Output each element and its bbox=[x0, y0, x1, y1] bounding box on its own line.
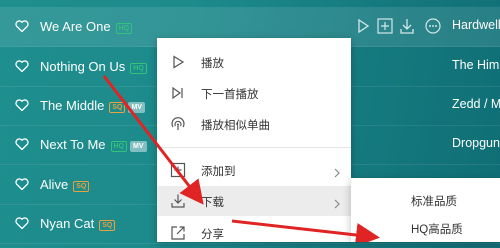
song-artist[interactable]: Dropgun bbox=[452, 136, 500, 150]
song-artist[interactable]: The Him bbox=[452, 58, 499, 72]
chevron-right-icon bbox=[333, 196, 341, 209]
menu-item-label: 分享 bbox=[201, 229, 224, 241]
download-icon[interactable] bbox=[398, 17, 416, 35]
hq-badge: HQ bbox=[115, 23, 133, 34]
add-icon[interactable] bbox=[376, 17, 394, 35]
menu-item-label: 下一首播放 bbox=[201, 89, 259, 101]
heart-icon[interactable] bbox=[14, 18, 30, 34]
song-title[interactable]: The Middle SQ MV bbox=[40, 97, 148, 113]
menu-item-label: 下载 bbox=[201, 197, 224, 209]
song-title-text: We Are One bbox=[40, 19, 111, 34]
mv-badge[interactable]: MV bbox=[128, 102, 145, 113]
menu-item-share[interactable]: 分享 bbox=[157, 218, 351, 248]
hq-badge: HQ bbox=[130, 63, 147, 74]
chevron-right-icon bbox=[333, 165, 341, 178]
sq-badge: SQ bbox=[73, 181, 90, 192]
heart-icon[interactable] bbox=[14, 97, 30, 113]
sq-badge: SQ bbox=[109, 102, 126, 113]
submenu-item-label: HQ高品质 bbox=[411, 224, 463, 236]
menu-item-play-similar[interactable]: 播放相似单曲 bbox=[157, 109, 351, 139]
menu-item-add-to[interactable]: 添加到 bbox=[157, 155, 351, 185]
song-artist[interactable]: Hardwell bbox=[452, 18, 500, 32]
menu-item-download[interactable]: 下载 bbox=[157, 186, 351, 216]
play-icon bbox=[170, 54, 186, 70]
share-icon bbox=[170, 225, 186, 241]
submenu-item-standard-quality[interactable]: 标准品质 bbox=[351, 186, 500, 214]
download-submenu: 标准品质 HQ高品质 bbox=[351, 178, 500, 242]
song-title-text: Nyan Cat bbox=[40, 216, 95, 231]
song-title[interactable]: Nyan Cat SQ bbox=[40, 215, 118, 231]
radar-icon bbox=[170, 116, 186, 132]
submenu-item-hq-quality[interactable]: HQ高品质 bbox=[351, 214, 500, 242]
heart-icon[interactable] bbox=[14, 176, 30, 192]
song-title[interactable]: We Are One HQ bbox=[40, 18, 135, 34]
add-icon bbox=[170, 162, 186, 178]
song-title-text: Next To Me bbox=[40, 137, 106, 152]
song-title[interactable]: Alive SQ bbox=[40, 176, 92, 192]
heart-icon[interactable] bbox=[14, 136, 30, 152]
submenu-item-label: 标准品质 bbox=[411, 196, 457, 208]
play-icon[interactable] bbox=[354, 17, 372, 35]
song-artist[interactable]: Zedd / M bbox=[452, 97, 500, 111]
mv-badge[interactable]: MV bbox=[130, 141, 147, 152]
hq-badge: HQ bbox=[110, 141, 128, 152]
menu-divider bbox=[157, 147, 351, 148]
menu-item-play[interactable]: 播放 bbox=[157, 47, 351, 77]
song-title-text: The Middle bbox=[40, 98, 105, 113]
sq-badge: SQ bbox=[99, 220, 116, 231]
heart-icon[interactable] bbox=[14, 58, 30, 74]
context-menu: 播放 下一首播放 播放相似单曲 添加到 下载 分享 bbox=[157, 38, 351, 242]
menu-item-label: 播放相似单曲 bbox=[201, 120, 270, 132]
play-next-icon bbox=[170, 85, 186, 101]
menu-item-label: 播放 bbox=[201, 58, 224, 70]
more-icon[interactable] bbox=[424, 17, 442, 35]
song-title-text: Alive bbox=[40, 177, 69, 192]
download-icon bbox=[170, 193, 186, 209]
song-title[interactable]: Next To Me HQ MV bbox=[40, 136, 150, 152]
heart-icon[interactable] bbox=[14, 215, 30, 231]
song-title-text: Nothing On Us bbox=[40, 59, 126, 74]
menu-item-label: 添加到 bbox=[201, 166, 236, 178]
song-title[interactable]: Nothing On Us HQ bbox=[40, 58, 150, 74]
menu-item-play-next[interactable]: 下一首播放 bbox=[157, 78, 351, 108]
